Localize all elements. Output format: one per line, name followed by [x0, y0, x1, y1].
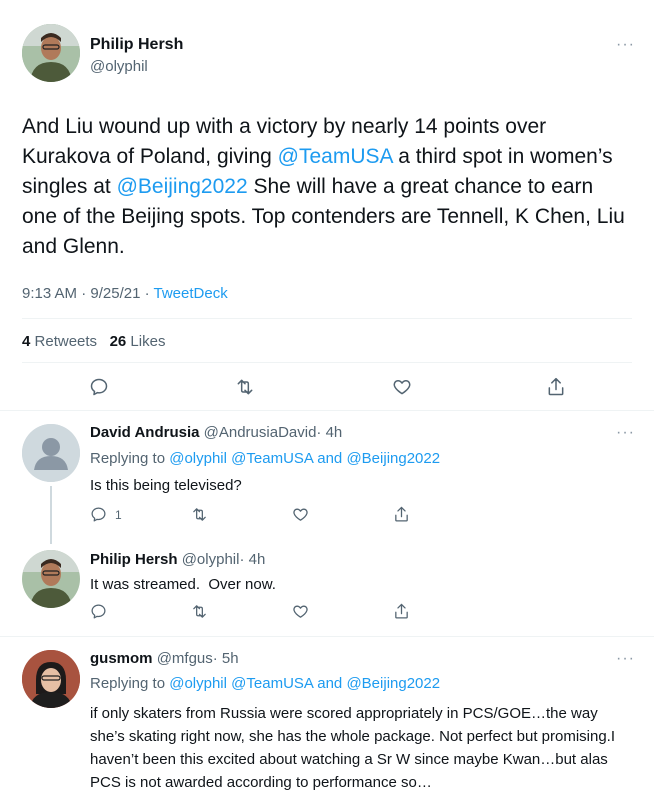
tweet-source[interactable]: TweetDeck [154, 285, 228, 302]
reply-time[interactable]: · 4h [316, 424, 342, 441]
more-icon[interactable]: ··· [616, 424, 635, 442]
meta-separator: · [81, 285, 87, 302]
avatar[interactable] [22, 24, 80, 82]
mention-link[interactable]: @TeamUSA [278, 145, 393, 168]
retweet-button[interactable] [190, 603, 209, 620]
retweets-label: Retweets [34, 333, 98, 350]
like-button[interactable] [292, 506, 309, 523]
reply-button[interactable] [89, 377, 109, 397]
thread-line [50, 486, 52, 544]
and-label: and [317, 675, 343, 692]
share-button[interactable] [393, 505, 410, 524]
avatar[interactable] [22, 550, 80, 608]
reply-text: if only skaters from Russia were scored … [90, 705, 616, 791]
heart-icon [293, 508, 308, 521]
reply-author-handle[interactable]: @olyphil [182, 551, 240, 568]
retweets-stat[interactable]: 4 Retweets [22, 333, 101, 350]
like-button[interactable] [392, 377, 412, 397]
replying-to-label: Replying to [90, 450, 166, 467]
reply-author-name[interactable]: gusmom [90, 650, 153, 667]
reply-icon [91, 507, 106, 522]
divider [22, 362, 632, 363]
and-label: and [317, 450, 343, 467]
mention-link[interactable]: @olyphil [169, 675, 227, 692]
mention-link[interactable]: @TeamUSA [231, 450, 313, 467]
divider [0, 636, 654, 637]
mention-link[interactable]: @Beijing2022 [346, 450, 440, 467]
heart-icon [393, 380, 411, 395]
mention-link[interactable]: @olyphil [169, 450, 227, 467]
avatar[interactable] [22, 424, 80, 482]
engagement-stats: 4 Retweets 26 Likes [22, 333, 165, 350]
share-icon [395, 603, 408, 619]
likes-stat[interactable]: 26 Likes [110, 333, 166, 350]
tweet-date[interactable]: 9/25/21 [90, 285, 140, 302]
like-button[interactable] [292, 603, 309, 620]
avatar[interactable] [22, 650, 80, 708]
likes-count: 26 [109, 333, 127, 350]
tweet-meta: 9:13 AM · 9/25/21 · TweetDeck [22, 285, 228, 302]
reply-text: It was streamed. Over now. [90, 576, 276, 593]
share-icon [395, 506, 408, 522]
reply-author-name[interactable]: Philip Hersh [90, 551, 178, 568]
retweet-icon [193, 508, 206, 521]
tweet-time[interactable]: 9:13 AM [22, 285, 77, 302]
tweet-text: And Liu wound up with a victory by nearl… [22, 112, 632, 262]
reply-author-handle[interactable]: @AndrusiaDavid [204, 424, 317, 441]
retweets-count: 4 [22, 333, 31, 350]
divider [0, 410, 654, 411]
author-handle[interactable]: @olyphil [90, 58, 148, 75]
reply-header: gusmom @mfgus· 5h [90, 650, 239, 667]
divider [22, 318, 632, 319]
retweet-icon [237, 379, 253, 395]
reply-author-name[interactable]: David Andrusia [90, 424, 199, 441]
reply-header: David Andrusia @AndrusiaDavid· 4h [90, 424, 342, 441]
replying-to: Replying to @olyphil @TeamUSA and @Beiji… [90, 675, 440, 692]
more-icon[interactable]: ··· [616, 36, 635, 54]
more-icon[interactable]: ··· [616, 650, 635, 668]
author-name[interactable]: Philip Hersh [90, 36, 183, 54]
heart-icon [293, 605, 308, 618]
mention-link[interactable]: @Beijing2022 [117, 175, 248, 198]
reply-time[interactable]: · 4h [239, 551, 265, 568]
likes-label: Likes [130, 333, 166, 350]
mention-link[interactable]: @TeamUSA [231, 675, 313, 692]
reply-author-handle[interactable]: @mfgus [157, 650, 213, 667]
retweet-button[interactable] [190, 506, 209, 523]
reply-icon [91, 604, 106, 619]
share-icon [548, 377, 564, 396]
share-button[interactable] [393, 602, 410, 621]
reply-header: Philip Hersh @olyphil· 4h [90, 551, 265, 568]
reply-icon [90, 378, 108, 396]
reply-button[interactable] [90, 603, 107, 620]
reply-count: 1 [115, 507, 122, 522]
reply-time[interactable]: · 5h [213, 650, 239, 667]
replying-to-label: Replying to [90, 675, 166, 692]
reply-text: Is this being televised? [90, 477, 242, 494]
share-button[interactable] [546, 376, 566, 398]
mention-link[interactable]: @Beijing2022 [346, 675, 440, 692]
retweet-icon [193, 605, 206, 618]
replying-to: Replying to @olyphil @TeamUSA and @Beiji… [90, 450, 440, 467]
reply-button[interactable]: 1 [90, 506, 122, 523]
meta-separator: · [144, 285, 150, 302]
retweet-button[interactable] [234, 377, 256, 397]
